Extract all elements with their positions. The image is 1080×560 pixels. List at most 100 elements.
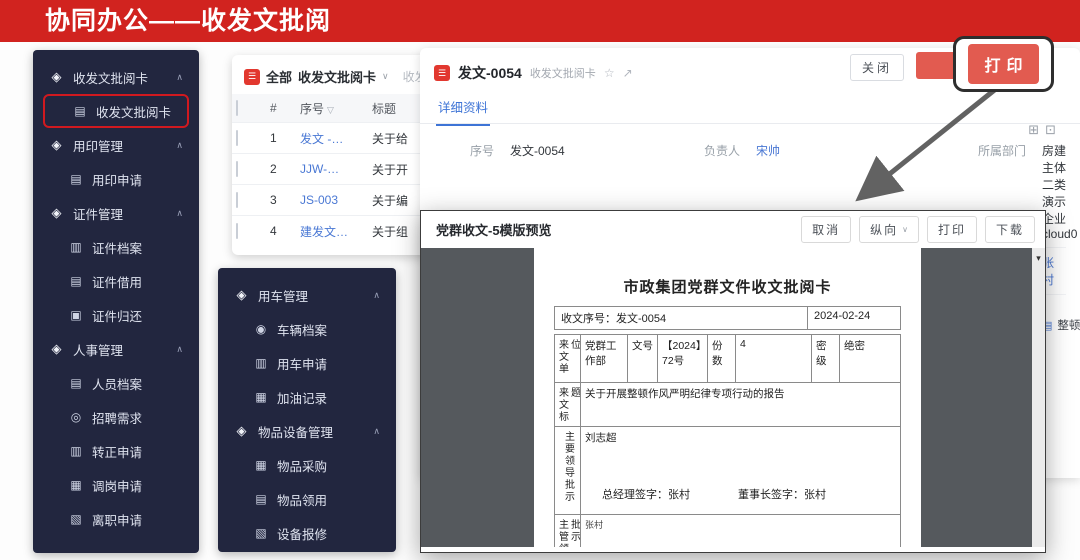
open-external-icon[interactable]: ↗ bbox=[623, 66, 633, 80]
sidebar-item-zhengjian-dangan[interactable]: ▥ 证件档案 bbox=[41, 230, 191, 264]
doc-title: 市政集团党群文件收文批阅卡 bbox=[534, 276, 921, 297]
sidebar-item-zhuanzheng-shenqing[interactable]: ▥ 转正申请 bbox=[41, 434, 191, 468]
page-title: 协同办公——收发文批阅 bbox=[0, 0, 1080, 42]
field-label: 所属部门 bbox=[944, 136, 1030, 165]
record-link[interactable]: JJW-… bbox=[296, 154, 368, 185]
modal-download-button[interactable]: 下载 bbox=[985, 216, 1035, 243]
sidebar-item-label: 证件归还 bbox=[92, 306, 142, 325]
sidebar-item-wupin-lingyong[interactable]: ▤ 物品领用 bbox=[226, 482, 388, 516]
sidebar-item-label: 离职申请 bbox=[92, 510, 142, 529]
table-row[interactable]: 4 建发文… 关于组 bbox=[232, 216, 428, 247]
sidebar-group-wupin-shebei[interactable]: ◈ 物品设备管理 ∧ bbox=[226, 414, 388, 448]
modal-print-button[interactable]: 打印 bbox=[927, 216, 977, 243]
sidebar-group-label: 收发文批阅卡 bbox=[73, 68, 148, 87]
col-num: # bbox=[266, 94, 296, 123]
sidebar-group-label: 用印管理 bbox=[73, 136, 123, 155]
sidebar-item-shoufawen-card[interactable]: ▤ 收发文批阅卡 bbox=[43, 94, 189, 128]
sidebar-secondary: ◈ 用车管理 ∧ ◉ 车辆档案 ▥ 用车申请 ▦ 加油记录 ◈ 物品设备管理 ∧… bbox=[218, 268, 396, 552]
car-icon: ◉ bbox=[254, 322, 268, 336]
doc-source-unit: 党群工作部 bbox=[580, 335, 627, 382]
detail-tabs: 详细资料 bbox=[420, 93, 1080, 124]
select-all-checkbox[interactable] bbox=[236, 100, 238, 116]
list-panel-header: ☰ 全部 收发文批阅卡 ∨ 收发文 bbox=[232, 55, 428, 94]
sidebar-group-yongyin[interactable]: ◈ 用印管理 ∧ bbox=[41, 128, 191, 162]
col-title: 标题 bbox=[368, 94, 428, 123]
field-label: 负责人 bbox=[678, 136, 744, 165]
print-button[interactable]: 打印 bbox=[968, 44, 1038, 84]
clipboard-icon: ▤ bbox=[73, 104, 87, 118]
collapse-caret-icon: ∧ bbox=[176, 140, 183, 151]
sidebar-item-label: 调岗申请 bbox=[92, 476, 142, 495]
grid-icon: ▦ bbox=[254, 458, 268, 472]
document-icon: ☰ bbox=[244, 69, 260, 85]
doc-serial-row: 收文序号：发文-0054 2024-02-24 bbox=[554, 306, 901, 330]
filter-icon: ▽ bbox=[327, 105, 334, 115]
sidebar-item-label: 物品采购 bbox=[277, 456, 327, 475]
shade-icon: ▧ bbox=[69, 512, 83, 526]
doc-label-supervisor-comments: 主管领导批示 bbox=[555, 515, 580, 547]
box-icon: ▣ bbox=[69, 308, 83, 322]
sidebar-group-renshi[interactable]: ◈ 人事管理 ∧ bbox=[41, 332, 191, 366]
sidebar-item-yongyin-shenqing[interactable]: ▤ 用印申请 bbox=[41, 162, 191, 196]
sidebar-item-yongche-shenqing[interactable]: ▥ 用车申请 bbox=[226, 346, 388, 380]
row-checkbox[interactable] bbox=[236, 161, 238, 177]
list-title[interactable]: 收发文批阅卡 bbox=[298, 67, 376, 86]
record-link[interactable]: 建发文… bbox=[296, 216, 368, 247]
sidebar-item-diaogang-shenqing[interactable]: ▦ 调岗申请 bbox=[41, 468, 191, 502]
doc-supervisor-comments: 张村 bbox=[580, 515, 900, 547]
table-row[interactable]: 1 发文 -… 关于给 bbox=[232, 123, 428, 154]
attachment-name[interactable]: 整顿作风严明纪律专... bbox=[1057, 317, 1080, 333]
record-link[interactable]: 发文 -… bbox=[296, 123, 368, 154]
sidebar-item-label: 物品领用 bbox=[277, 490, 327, 509]
sidebar-item-cheliang-dangan[interactable]: ◉ 车辆档案 bbox=[226, 312, 388, 346]
field-value-serial: 发文-0054 bbox=[498, 136, 678, 165]
sidebar-item-zhaopin-xuqiu[interactable]: ◎ 招聘需求 bbox=[41, 400, 191, 434]
row-checkbox[interactable] bbox=[236, 130, 238, 146]
sidebar-item-lizhi-shenqing[interactable]: ▧ 离职申请 bbox=[41, 502, 191, 536]
record-table: # 序号▽ 标题 1 发文 -… 关于给 2 JJW-… 关于开 3 JS-00… bbox=[232, 94, 428, 246]
table-row[interactable]: 3 JS-003 关于编 bbox=[232, 185, 428, 216]
layers-icon: ◈ bbox=[49, 137, 64, 153]
table-row[interactable]: 2 JJW-… 关于开 bbox=[232, 154, 428, 185]
sidebar-item-shebei-baoxiu[interactable]: ▧ 设备报修 bbox=[226, 516, 388, 550]
sidebar-group-zhengjian[interactable]: ◈ 证件管理 ∧ bbox=[41, 196, 191, 230]
sidebar-group-yongche[interactable]: ◈ 用车管理 ∧ bbox=[226, 278, 388, 312]
sidebar-group-shoufawen[interactable]: ◈ 收发文批阅卡 ∧ bbox=[41, 60, 191, 94]
sidebar-item-zhengjian-guihuan[interactable]: ▣ 证件归还 bbox=[41, 298, 191, 332]
grid-view-icon: ⊞ bbox=[1028, 122, 1045, 137]
layers-icon: ◈ bbox=[49, 205, 64, 221]
field-value-owner[interactable]: 宋帅 bbox=[744, 136, 944, 165]
row-checkbox[interactable] bbox=[236, 223, 238, 239]
sidebar-item-wupin-caigou[interactable]: ▦ 物品采购 bbox=[226, 448, 388, 482]
close-button[interactable]: 关闭 bbox=[850, 54, 904, 81]
record-link[interactable]: JS-003 bbox=[296, 185, 368, 216]
preview-scrollbar[interactable]: ▾ bbox=[1032, 248, 1045, 547]
col-serial[interactable]: 序号▽ bbox=[296, 94, 368, 123]
sidebar-item-zhengjian-jieyong[interactable]: ▤ 证件借用 bbox=[41, 264, 191, 298]
sidebar-item-renyuan-dangan[interactable]: ▤ 人员档案 bbox=[41, 366, 191, 400]
sidebar-main: ◈ 收发文批阅卡 ∧ ▤ 收发文批阅卡 ◈ 用印管理 ∧ ▤ 用印申请 ◈ 证件… bbox=[33, 50, 199, 553]
sidebar-group-label: 物品设备管理 bbox=[258, 422, 333, 441]
list-scope-label[interactable]: 全部 bbox=[266, 67, 292, 86]
sidebar-item-jiayou-jilu[interactable]: ▦ 加油记录 bbox=[226, 380, 388, 414]
field-label: 序号 bbox=[434, 136, 498, 165]
template-preview-modal: 党群收文-5模版预览 取消 纵向∨ 打印 下载 市政集团党群文件收文批阅卡 收文… bbox=[420, 210, 1046, 553]
collapse-caret-icon: ∧ bbox=[176, 344, 183, 355]
sidebar-item-label: 转正申请 bbox=[92, 442, 142, 461]
record-title: 发文-0054 bbox=[458, 63, 522, 83]
tab-detail-info[interactable]: 详细资料 bbox=[436, 93, 490, 126]
layers-icon: ◈ bbox=[49, 341, 64, 357]
layers-icon: ◈ bbox=[234, 423, 249, 439]
doc-secrecy: 绝密 bbox=[839, 335, 900, 382]
star-icon[interactable]: ☆ bbox=[604, 66, 615, 80]
orientation-select[interactable]: 纵向∨ bbox=[859, 216, 919, 243]
modal-title: 党群收文-5模版预览 bbox=[436, 220, 552, 239]
cancel-button[interactable]: 取消 bbox=[801, 216, 851, 243]
sidebar-group-label: 证件管理 bbox=[73, 204, 123, 223]
doc-label-secrecy: 密级 bbox=[811, 335, 839, 382]
chevron-down-icon[interactable]: ∨ bbox=[382, 71, 389, 82]
layers-icon: ◈ bbox=[49, 69, 64, 85]
attachment-file[interactable]: ▤ 整顿作风严明纪律专... ↓ bbox=[1042, 317, 1080, 333]
sidebar-group-label: 人事管理 bbox=[73, 340, 123, 359]
row-checkbox[interactable] bbox=[236, 192, 238, 208]
